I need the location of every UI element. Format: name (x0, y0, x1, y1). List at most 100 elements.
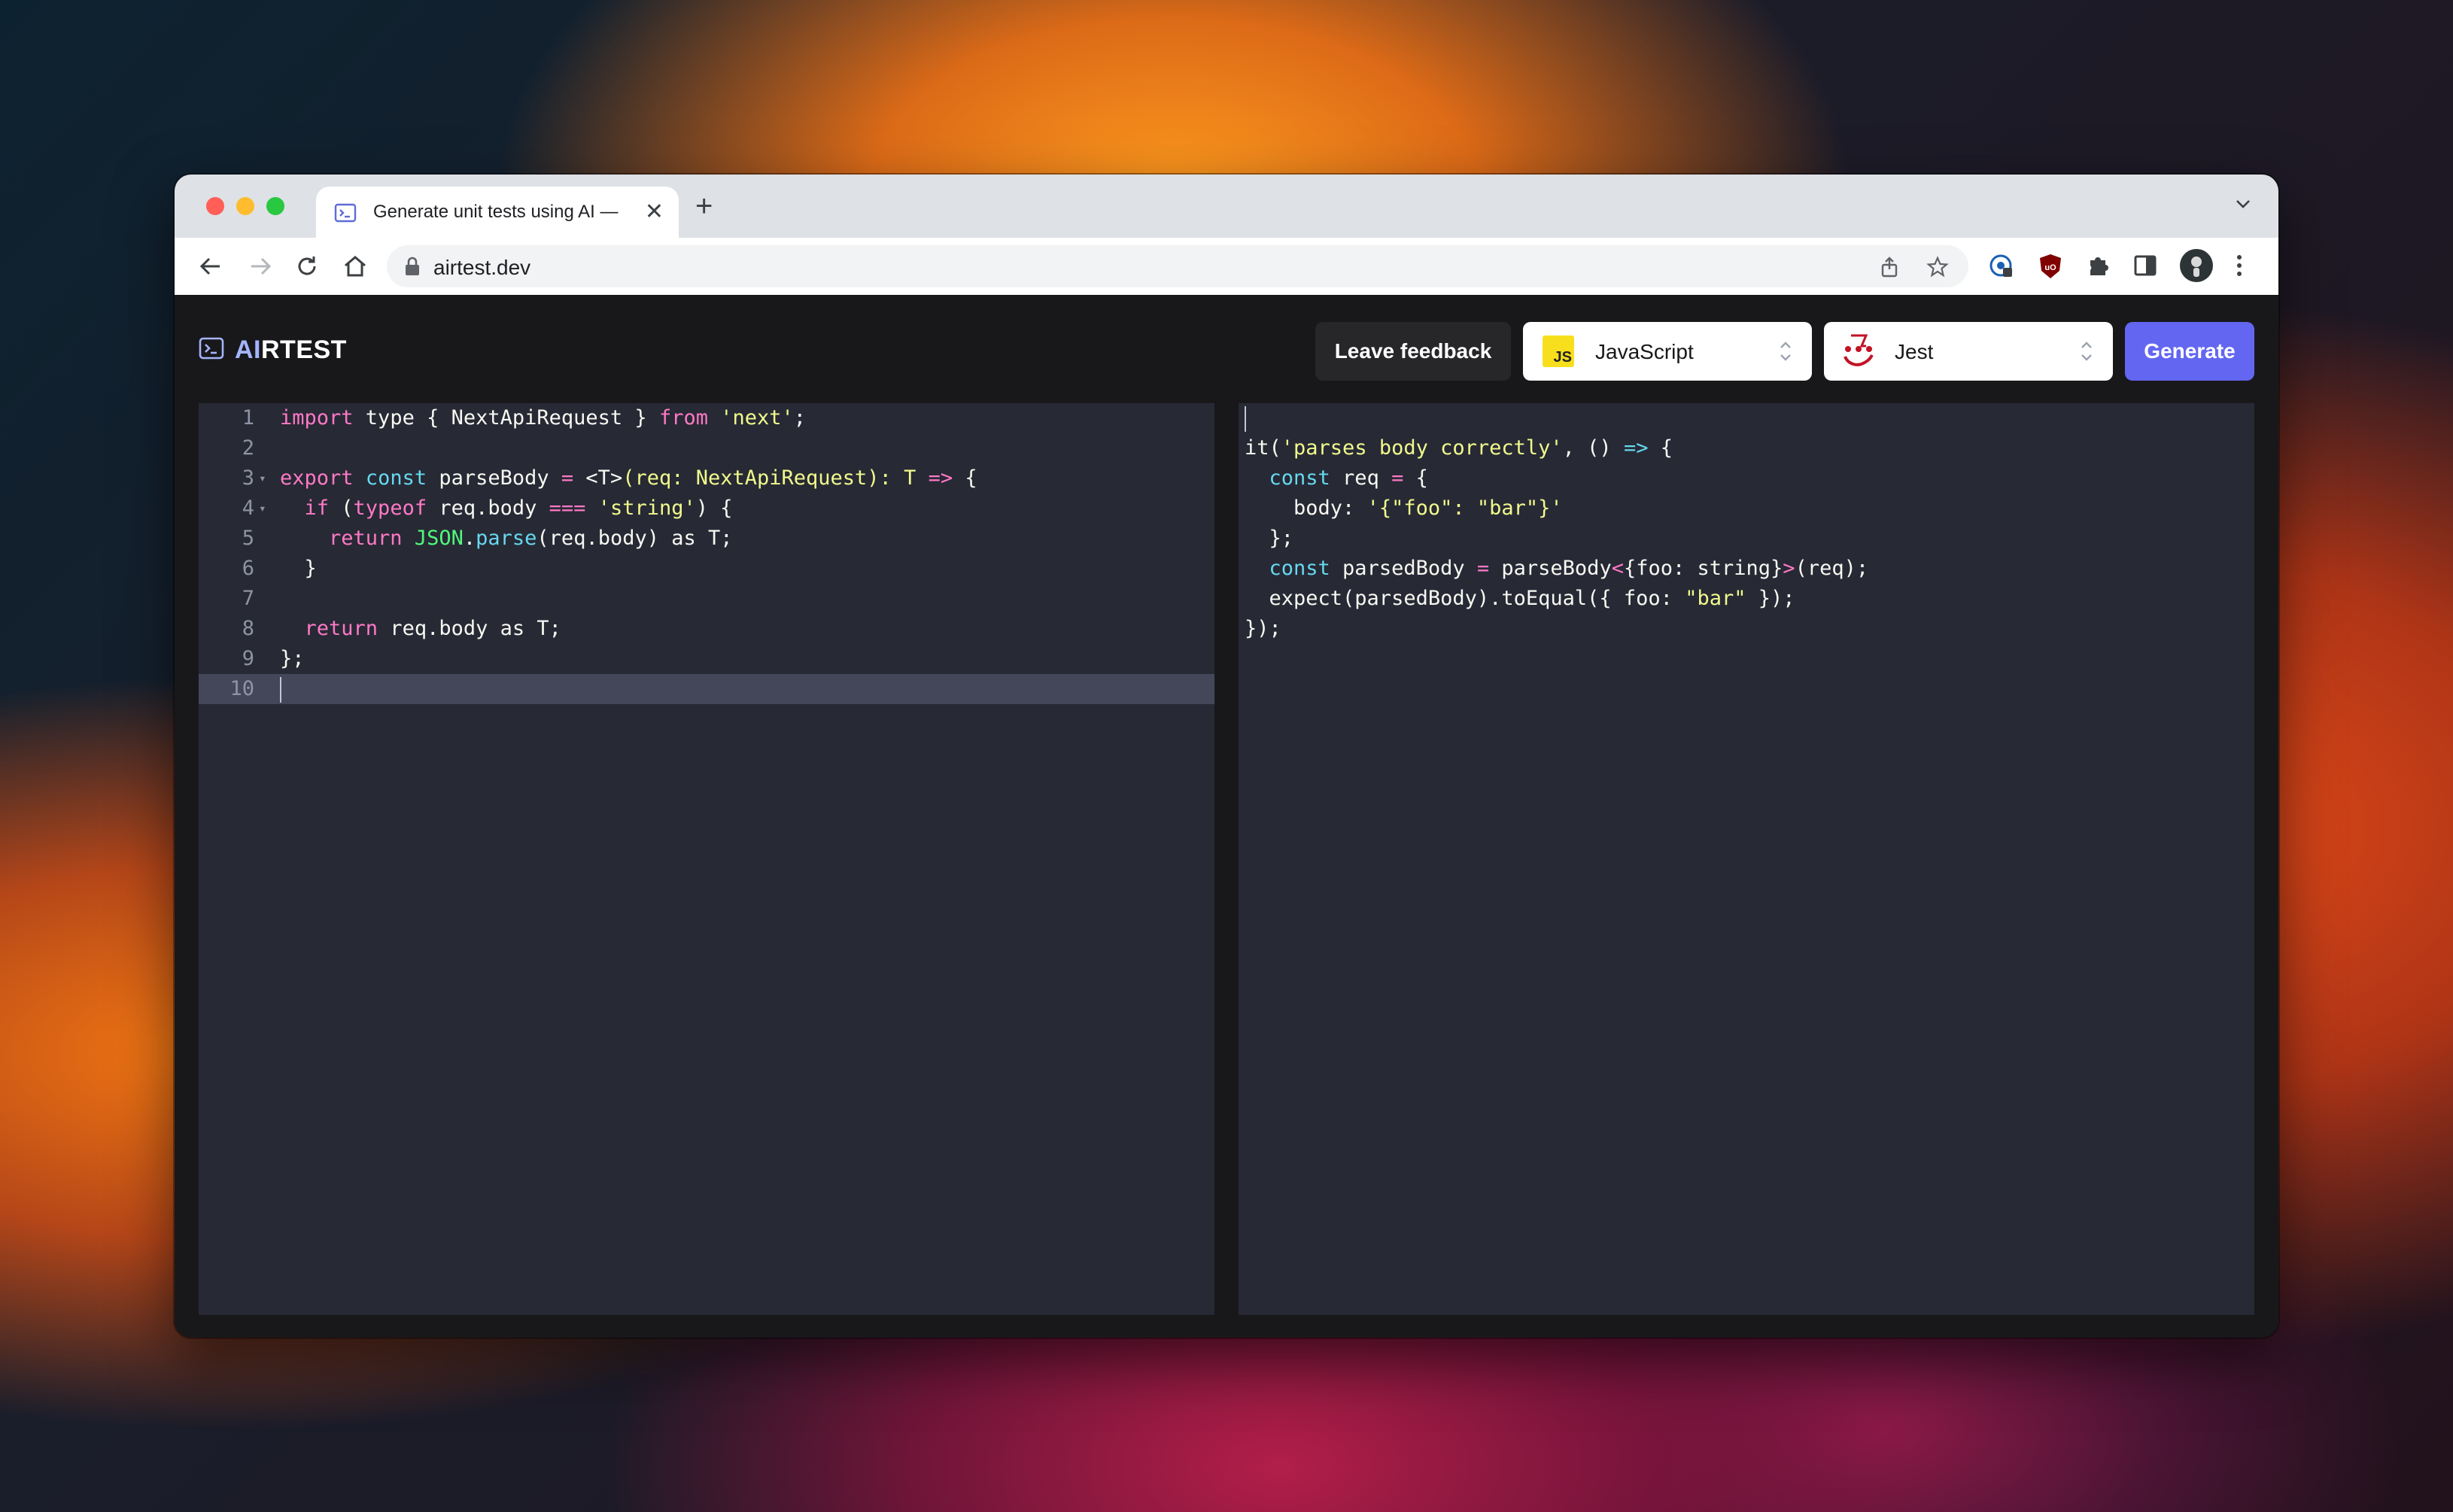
code-token: = (1391, 466, 1404, 490)
code-token: > (1783, 557, 1795, 580)
app-logo[interactable]: AIRTEST (199, 335, 347, 365)
star-icon[interactable] (1926, 256, 1949, 282)
code-token: body: (1245, 496, 1367, 520)
generate-button[interactable]: Generate (2125, 322, 2254, 381)
code-token: import (280, 406, 354, 430)
code-token: from (658, 406, 708, 430)
output-code-editor[interactable]: it('parses body correctly', () => { cons… (1239, 403, 2254, 1315)
code-line[interactable]: 2 (199, 433, 1214, 463)
framework-select[interactable]: Jest (1824, 322, 2113, 381)
line-number: 3 (242, 466, 254, 490)
code-text (280, 674, 281, 704)
share-icon[interactable] (1878, 256, 1901, 282)
minimize-window-button[interactable] (236, 197, 254, 215)
code-text: if (typeof req.body === 'string') { (280, 493, 733, 524)
code-token: . (463, 527, 476, 550)
code-text: export const parseBody = <T>(req: NextAp… (280, 463, 977, 493)
fold-arrow-icon[interactable]: ▾ (259, 463, 266, 493)
code-token: ; (793, 406, 807, 430)
code-line[interactable]: }); (1239, 614, 2254, 644)
code-text (1245, 403, 1246, 433)
code-line[interactable]: it('parses body correctly', () => { (1239, 433, 2254, 463)
code-line[interactable]: }; (1239, 524, 2254, 554)
code-token: ) { (695, 496, 733, 520)
tab-title: Generate unit tests using AI — (373, 202, 619, 222)
new-tab-button[interactable]: + (695, 191, 713, 221)
code-line[interactable]: 10 (199, 674, 1214, 704)
language-select[interactable]: JS JavaScript (1523, 322, 1812, 381)
code-line[interactable]: body: '{"foo": "bar"}' (1239, 493, 2254, 524)
close-window-button[interactable] (206, 197, 224, 215)
code-line[interactable]: 8 return req.body as T; (199, 614, 1214, 644)
code-token: { (953, 466, 977, 490)
framework-select-value: Jest (1895, 340, 1934, 363)
avatar[interactable] (2179, 248, 2214, 287)
input-code-editor[interactable]: 1 import type { NextApiRequest } from 'ne… (199, 403, 1214, 1315)
code-line[interactable]: 5 return JSON.parse(req.body) as T; (199, 524, 1214, 554)
line-number: 7 (242, 587, 254, 610)
code-line[interactable]: 7 (199, 584, 1214, 614)
logo-rest-text: RTEST (261, 335, 347, 364)
app-content: AIRTEST Leave feedback JS JavaScript Jes… (175, 295, 2278, 1337)
leave-feedback-button[interactable]: Leave feedback (1315, 322, 1511, 381)
code-token: const (1269, 557, 1330, 580)
code-token: }; (280, 647, 305, 670)
back-arrow-icon[interactable] (197, 253, 224, 284)
line-number: 9 (242, 647, 254, 670)
code-token: (req: NextApiRequest): T (622, 466, 916, 490)
code-line[interactable]: 4 ▾ if (typeof req.body === 'string') { (199, 493, 1214, 524)
url-text: airtest.dev (433, 256, 531, 279)
code-line[interactable]: 9}; (199, 644, 1214, 674)
chevron-down-icon[interactable] (2233, 194, 2253, 217)
text-cursor (1245, 405, 1246, 432)
extensions-puzzle-icon[interactable] (2086, 253, 2111, 282)
lock-icon[interactable] (403, 256, 421, 281)
language-select-value: JavaScript (1595, 340, 1694, 363)
code-text: }; (280, 644, 305, 674)
code-token: parseBody (427, 466, 561, 490)
code-token: ( (329, 496, 354, 520)
line-number: 10 (229, 677, 254, 700)
home-icon[interactable] (342, 253, 369, 284)
code-token: { (1648, 436, 1673, 460)
password-manager-icon[interactable] (1988, 253, 2015, 284)
side-panel-icon[interactable] (2132, 253, 2158, 282)
line-number: 8 (242, 617, 254, 640)
code-line[interactable]: expect(parsedBody).toEqual({ foo: "bar" … (1239, 584, 2254, 614)
maximize-window-button[interactable] (266, 197, 284, 215)
ublock-icon[interactable]: uO (2038, 253, 2063, 284)
code-line[interactable]: const req = { (1239, 463, 2254, 493)
code-line[interactable]: 3 ▾ export const parseBody = <T>(req: Next… (199, 463, 1214, 493)
code-line[interactable]: 1 import type { NextApiRequest } from 'ne… (199, 403, 1214, 433)
browser-tab-active[interactable]: Generate unit tests using AI — ✕ (316, 187, 679, 238)
forward-arrow-icon[interactable] (247, 253, 274, 284)
code-token: = (561, 466, 574, 490)
browser-window: Generate unit tests using AI — ✕ + airte… (175, 175, 2278, 1337)
kebab-menu-icon[interactable] (2233, 253, 2245, 282)
code-line[interactable]: 6 } (199, 554, 1214, 584)
js-badge-text: JS (1553, 349, 1572, 366)
code-token: } (280, 557, 317, 580)
code-token: <T> (573, 466, 623, 490)
code-token: 'string' (597, 496, 696, 520)
code-token: < (1611, 557, 1624, 580)
code-token: parse (476, 527, 537, 550)
code-text: }); (1245, 614, 1281, 644)
code-line[interactable] (1239, 403, 2254, 433)
fold-arrow-icon[interactable]: ▾ (259, 493, 266, 524)
browser-toolbar: airtest.dev uO (175, 238, 2278, 296)
line-number: 1 (242, 406, 254, 430)
reload-icon[interactable] (293, 253, 321, 284)
text-cursor (280, 676, 281, 703)
close-icon[interactable]: ✕ (645, 201, 664, 223)
code-line[interactable]: const parsedBody = parseBody<{foo: strin… (1239, 554, 2254, 584)
line-number: 5 (242, 527, 254, 550)
jest-logo-icon (1841, 331, 1877, 374)
code-token: = (1476, 557, 1490, 580)
address-bar[interactable]: airtest.dev (387, 245, 1968, 287)
